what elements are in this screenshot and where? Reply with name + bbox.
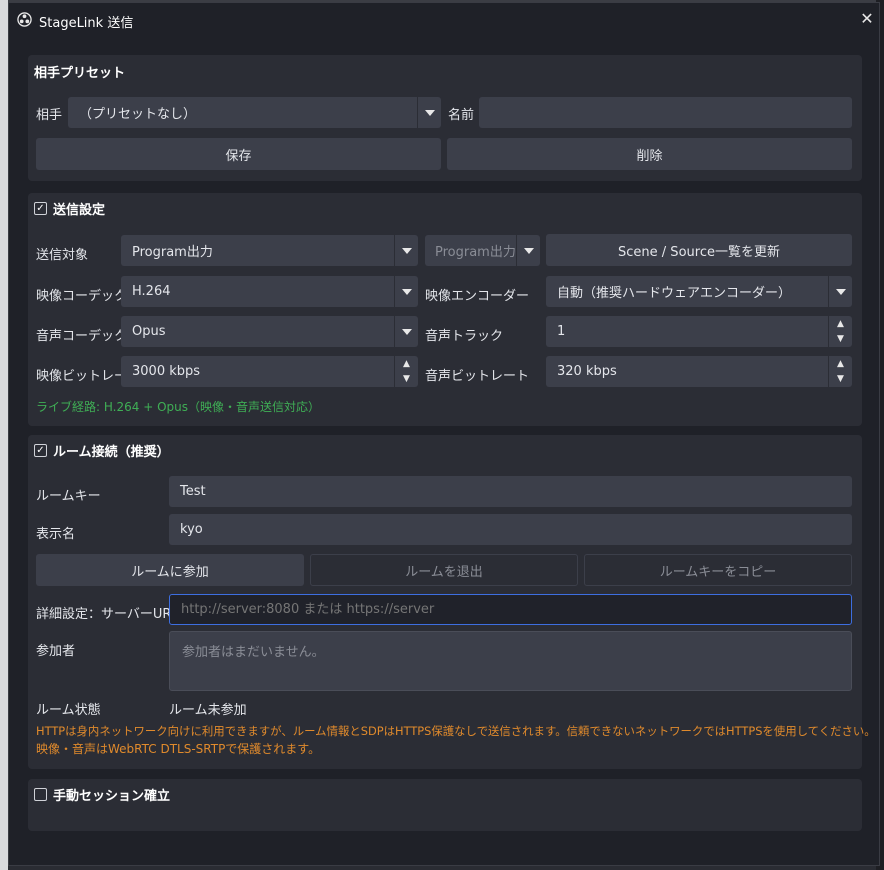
copy-room-key-button[interactable]: ルームキーをコピー <box>584 554 852 586</box>
preset-group-label: 相手プリセット <box>34 66 126 81</box>
security-warning: HTTPは身内ネットワーク向けに利用できますが、ルーム情報とSDPはHTTPS保… <box>36 722 876 758</box>
vencoder-combo[interactable]: 自動（推奨ハードウェアエンコーダー） <box>546 276 852 307</box>
partner-combo[interactable]: （プリセットなし） <box>68 97 441 128</box>
name-input[interactable] <box>479 97 852 128</box>
chevron-down-icon[interactable] <box>394 276 418 307</box>
manual-session-title[interactable]: 手動セッション確立 <box>34 785 170 804</box>
send-settings-group: ✓ 送信設定 送信対象 Program出力 Program出力 Scene / … <box>28 193 862 426</box>
acodec-combo[interactable]: Opus <box>121 316 418 347</box>
abitrate-value: 320 kbps <box>557 364 617 379</box>
manual-session-checkbox[interactable] <box>34 788 47 801</box>
vcodec-value: H.264 <box>132 284 171 299</box>
participants-label: 参加者 <box>36 644 76 659</box>
vcodec-combo[interactable]: H.264 <box>121 276 418 307</box>
target-value: Program出力 <box>132 245 213 260</box>
vcodec-label: 映像コーデック <box>36 289 128 304</box>
chevron-down-icon[interactable] <box>394 316 418 347</box>
manual-session-label: 手動セッション確立 <box>53 789 171 804</box>
chevron-down-icon[interactable] <box>516 235 540 266</box>
name-label: 名前 <box>448 108 475 123</box>
target-sub-value: Program出力 <box>435 245 516 260</box>
refresh-scene-button[interactable]: Scene / Source一覧を更新 <box>546 234 852 266</box>
window-title: StageLink 送信 <box>39 16 134 31</box>
display-name-input[interactable]: kyo <box>169 514 852 545</box>
vencoder-label: 映像エンコーダー <box>425 289 530 304</box>
server-url-label: 詳細設定：サーバーURL <box>36 607 179 622</box>
send-settings-checkbox[interactable]: ✓ <box>34 202 47 215</box>
target-combo[interactable]: Program出力 <box>121 235 418 266</box>
vbitrate-value: 3000 kbps <box>132 364 201 379</box>
room-state-label: ルーム状態 <box>36 703 101 718</box>
abitrate-spinbox[interactable]: 320 kbps ▲ ▼ <box>546 356 852 387</box>
abitrate-stepper[interactable]: ▲ ▼ <box>828 356 852 387</box>
stagelink-dialog: StageLink 送信 ✕ 相手プリセット 相手 （プリセットなし） 名前 保… <box>8 2 880 866</box>
atrack-label: 音声トラック <box>425 329 504 344</box>
chevron-up-icon[interactable]: ▲ <box>829 356 852 372</box>
participants-list[interactable]: 参加者はまだいません。 <box>169 631 852 691</box>
chevron-down-icon[interactable] <box>828 276 852 307</box>
abitrate-label: 音声ビットレート <box>425 369 530 384</box>
chevron-down-icon[interactable] <box>394 235 418 266</box>
delete-button[interactable]: 削除 <box>447 138 852 170</box>
display-name-label: 表示名 <box>36 527 76 542</box>
preset-group-title: 相手プリセット <box>34 62 125 81</box>
join-room-button[interactable]: ルームに参加 <box>36 554 304 586</box>
room-key-label: ルームキー <box>36 489 101 504</box>
chevron-down-icon[interactable]: ▼ <box>829 332 852 348</box>
send-settings-label: 送信設定 <box>53 203 106 218</box>
security-warning-line1: HTTPは身内ネットワーク向けに利用できますが、ルーム情報とSDPはHTTPS保… <box>36 724 876 738</box>
vbitrate-stepper[interactable]: ▲ ▼ <box>394 356 418 387</box>
background-left <box>0 0 8 870</box>
room-checkbox[interactable]: ✓ <box>34 444 47 457</box>
atrack-value: 1 <box>557 324 566 339</box>
acodec-value: Opus <box>132 324 166 339</box>
chevron-up-icon[interactable]: ▲ <box>395 356 418 372</box>
room-key-input[interactable]: Test <box>169 476 852 507</box>
send-settings-title[interactable]: ✓ 送信設定 <box>34 199 105 218</box>
partner-label: 相手 <box>36 108 63 123</box>
preset-group: 相手プリセット 相手 （プリセットなし） 名前 保存 削除 <box>28 55 862 181</box>
obs-app-icon <box>17 12 32 27</box>
room-group-label: ルーム接続（推奨） <box>53 445 170 460</box>
chevron-down-icon[interactable]: ▼ <box>829 372 852 388</box>
chevron-down-icon[interactable] <box>417 97 441 128</box>
acodec-label: 音声コーデック <box>36 329 128 344</box>
room-state-value: ルーム未参加 <box>169 703 247 718</box>
close-icon[interactable]: ✕ <box>855 7 879 31</box>
target-label: 送信対象 <box>36 248 89 263</box>
route-note: ライブ経路: H.264 + Opus（映像・音声送信対応） <box>36 400 320 414</box>
security-warning-line2: 映像・音声はWebRTC DTLS-SRTPで保護されます。 <box>36 742 321 756</box>
titlebar: StageLink 送信 ✕ <box>9 3 879 36</box>
vencoder-value: 自動（推奨ハードウェアエンコーダー） <box>557 286 792 301</box>
leave-room-button[interactable]: ルームを退出 <box>310 554 578 586</box>
atrack-spinbox[interactable]: 1 ▲ ▼ <box>546 316 852 347</box>
room-group-title[interactable]: ✓ ルーム接続（推奨） <box>34 441 170 460</box>
manual-session-group: 手動セッション確立 <box>28 779 862 831</box>
target-sub-combo[interactable]: Program出力 <box>425 235 540 266</box>
save-button[interactable]: 保存 <box>36 138 441 170</box>
server-url-input[interactable] <box>169 594 852 625</box>
partner-value: （プリセットなし） <box>79 107 197 122</box>
room-group: ✓ ルーム接続（推奨） ルームキー Test 表示名 kyo ルームに参加 ルー… <box>28 435 876 769</box>
chevron-down-icon[interactable]: ▼ <box>395 372 418 388</box>
vbitrate-spinbox[interactable]: 3000 kbps ▲ ▼ <box>121 356 418 387</box>
atrack-stepper[interactable]: ▲ ▼ <box>828 316 852 347</box>
chevron-up-icon[interactable]: ▲ <box>829 316 852 332</box>
